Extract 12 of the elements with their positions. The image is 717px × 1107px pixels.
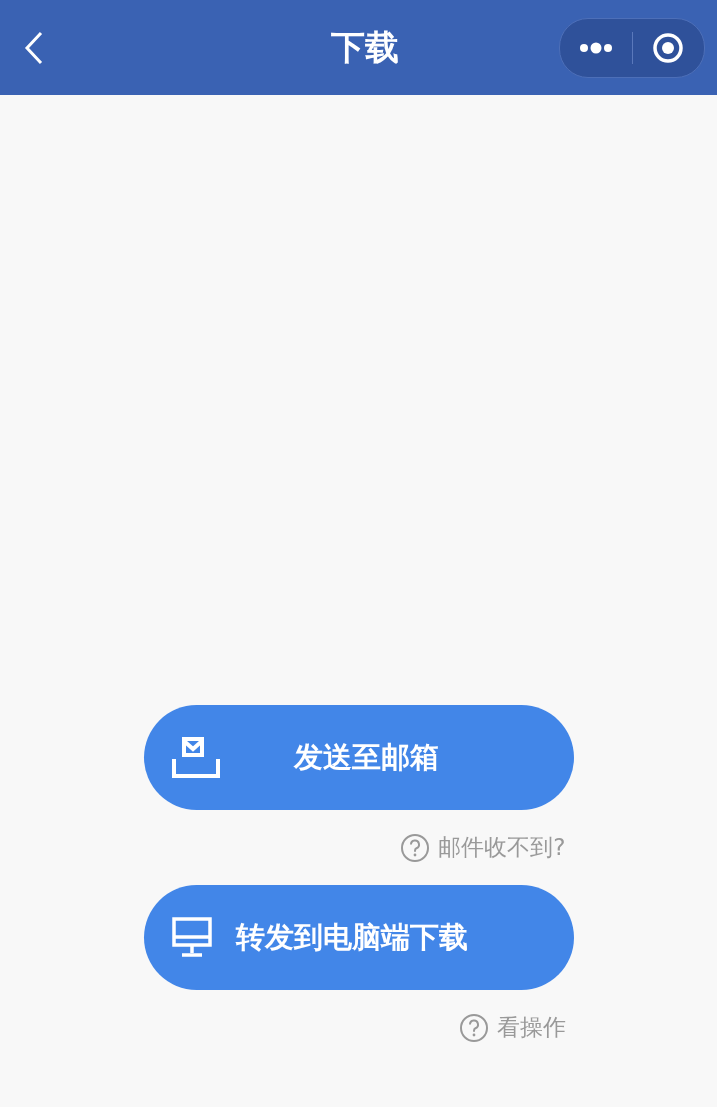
back-icon[interactable] [24, 30, 44, 65]
monitor-icon [171, 916, 212, 959]
action-button[interactable]: 转发到电脑端下载 [143, 885, 574, 990]
help-link[interactable]: 看操作 [458, 1012, 566, 1043]
page-title: 下载 [330, 25, 399, 69]
more-icon[interactable] [578, 41, 613, 54]
action-button[interactable]: 发送至邮箱 [143, 705, 574, 810]
help-icon [458, 1012, 489, 1043]
close-target-icon[interactable] [652, 31, 685, 64]
help-icon [400, 832, 431, 863]
help-link[interactable]: 邮件收不到? [400, 832, 566, 863]
inbox-icon [171, 736, 220, 779]
